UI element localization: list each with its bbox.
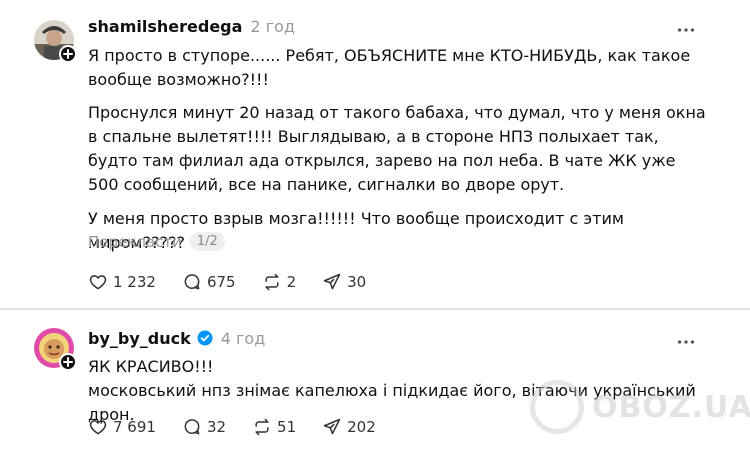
share-count: 202 <box>347 418 376 436</box>
share-icon <box>323 418 341 435</box>
avatar[interactable] <box>34 20 77 63</box>
timestamp[interactable]: 2 год <box>250 17 295 36</box>
post-paragraph: Проснулся минут 20 назад от такого бабах… <box>88 103 706 194</box>
watermark-logo: OBOZ.UA <box>530 380 750 440</box>
post-paragraph: Я просто в ступоре...... Ребят, ОБЪЯСНИТ… <box>88 46 691 89</box>
comment-count: 675 <box>206 273 236 291</box>
post-header: shamilsheredega 2 год <box>88 17 295 36</box>
share-count: 30 <box>347 273 367 291</box>
more-options-icon[interactable] <box>674 18 698 42</box>
comment-icon <box>184 419 200 435</box>
translate-button[interactable]: Перекласти <box>88 233 182 251</box>
comment-button[interactable]: 675 <box>182 272 236 292</box>
repost-count: 51 <box>277 418 297 436</box>
action-bar: 1 232 675 2 30 <box>88 272 392 292</box>
watermark-text: OBOZ.UA <box>592 390 750 425</box>
timestamp[interactable]: 4 год <box>221 329 266 348</box>
share-button[interactable]: 202 <box>322 417 376 437</box>
thread-post-1: shamilsheredega 2 год Я просто в ступоре… <box>0 0 750 310</box>
comment-icon <box>184 274 200 290</box>
username[interactable]: by_by_duck <box>88 329 191 348</box>
username[interactable]: shamilsheredega <box>88 17 242 36</box>
repost-icon <box>255 418 269 436</box>
like-count: 7 691 <box>113 418 156 436</box>
share-button[interactable]: 30 <box>322 272 366 292</box>
watermark-ring-icon <box>530 380 584 434</box>
repost-button[interactable]: 51 <box>252 417 296 437</box>
comment-count: 32 <box>206 418 227 436</box>
comment-button[interactable]: 32 <box>182 417 226 437</box>
avatar[interactable] <box>34 328 77 371</box>
heart-icon <box>89 420 107 435</box>
like-count: 1 232 <box>113 273 156 291</box>
more-options-icon[interactable] <box>674 330 698 354</box>
post-header: by_by_duck 4 год <box>88 328 265 348</box>
repost-icon <box>265 273 279 291</box>
like-button[interactable]: 1 232 <box>88 272 156 292</box>
post-paragraph: ЯК КРАСИВО!!! <box>88 357 214 376</box>
page-indicator: 1/2 <box>189 232 225 251</box>
action-bar: 7 691 32 51 202 <box>88 417 402 437</box>
like-button[interactable]: 7 691 <box>88 417 156 437</box>
verified-badge-icon <box>197 330 213 346</box>
follow-plus-icon[interactable] <box>59 353 77 371</box>
translate-row: Перекласти 1/2 <box>88 232 225 251</box>
share-icon <box>323 273 341 290</box>
repost-count: 2 <box>286 273 297 291</box>
repost-button[interactable]: 2 <box>262 272 297 292</box>
follow-plus-icon[interactable] <box>59 45 77 63</box>
heart-icon <box>89 275 107 290</box>
